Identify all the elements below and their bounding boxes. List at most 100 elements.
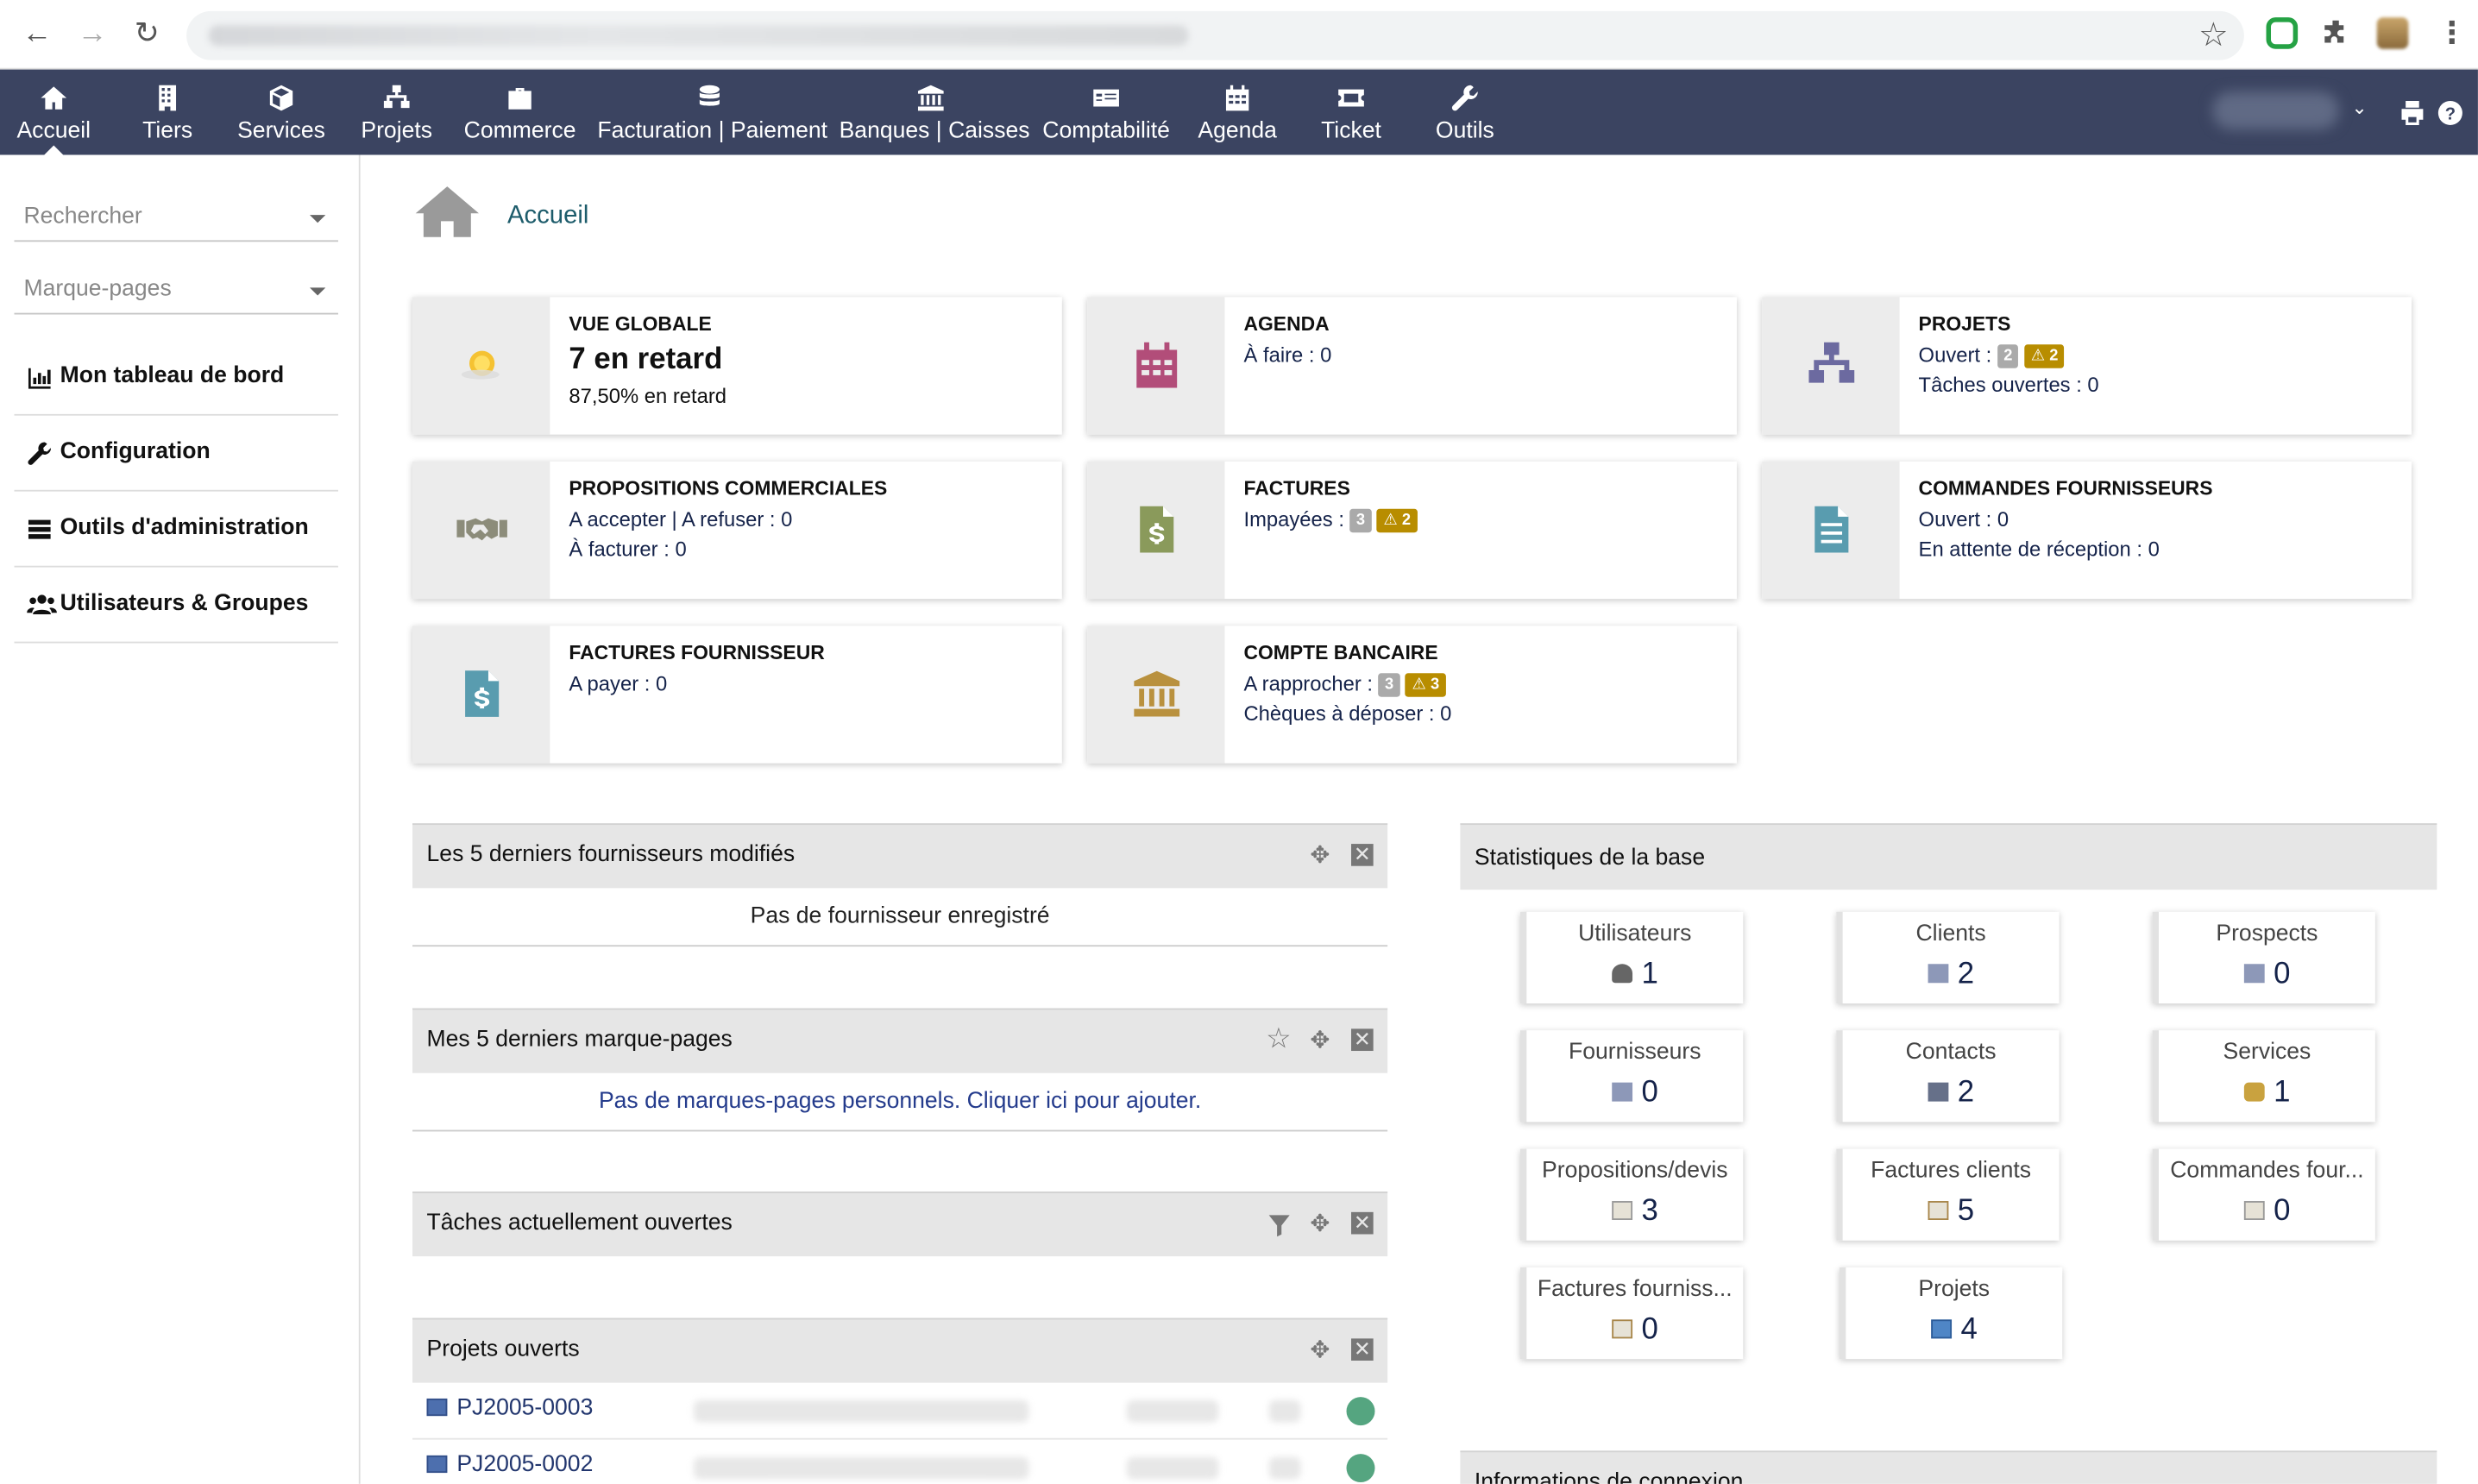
sidebar-item-dashboard[interactable]: Mon tableau de bord (14, 340, 338, 416)
cube-icon (269, 85, 293, 111)
move-icon[interactable]: ✥ (1310, 1211, 1330, 1237)
chevron-down-icon (309, 215, 326, 223)
propositions-accept-link[interactable]: A accepter | A refuser : 0 (569, 504, 887, 534)
browser-menu-icon[interactable]: ⋮ (2437, 18, 2467, 51)
nav-ticket[interactable]: Ticket (1311, 70, 1391, 155)
browser-toolbar: ← → ↻ ☆ ⋮ (0, 0, 2478, 70)
commandes-ouvert-link[interactable]: Ouvert : 0 (1919, 504, 2213, 534)
search-select[interactable]: Rechercher (14, 194, 338, 242)
user-dropdown-chevron-icon[interactable]: ⌄ (2351, 97, 2367, 119)
box-factures-fournisseur[interactable]: FACTURES FOURNISSEUR A payer : 0 (412, 626, 1062, 764)
panel-last-suppliers: Les 5 derniers fournisseurs modifiés ✥ ✕… (412, 823, 1388, 947)
panel-open-tasks: Tâches actuellement ouvertes ✥ ✕ (412, 1192, 1388, 1257)
invoice-icon (465, 670, 500, 717)
printer-icon[interactable] (2399, 99, 2425, 126)
stat-commandes-fournisseurs[interactable]: Commandes four... 0 (2152, 1148, 2375, 1241)
nav-banques-caisses[interactable]: Banques | Caisses (840, 70, 1030, 155)
compte-cheques-link[interactable]: Chèques à déposer : 0 (1243, 699, 1451, 729)
move-icon[interactable]: ✥ (1310, 843, 1330, 869)
svg-text:?: ? (2445, 105, 2456, 124)
building-icon (159, 85, 177, 111)
nav-facturation-paiement[interactable]: Facturation | Paiement (597, 70, 827, 155)
connexion-panel-header: Informations de connexion (1460, 1450, 2437, 1484)
count-badge: 2 (1997, 344, 2019, 368)
bank-icon (917, 85, 944, 111)
forward-arrow-icon[interactable]: → (78, 18, 108, 51)
server-icon (28, 519, 51, 539)
close-icon[interactable]: ✕ (1351, 1028, 1374, 1052)
project-icon (1930, 1319, 1952, 1339)
stat-factures-fournisseurs[interactable]: Factures fourniss... 0 (1519, 1267, 1744, 1360)
stat-propositions[interactable]: Propositions/devis 3 (1519, 1148, 1744, 1241)
puzzle-extensions-icon[interactable] (2320, 17, 2352, 49)
close-icon[interactable]: ✕ (1351, 1211, 1374, 1235)
factures-impayees-link[interactable]: Impayées : 3 ⚠ 2 (1243, 504, 1418, 534)
move-icon[interactable]: ✥ (1310, 1028, 1330, 1053)
stat-projets[interactable]: Projets 4 (1839, 1267, 2063, 1360)
projets-ouvert-link[interactable]: Ouvert : 2 ⚠ 2 (1919, 340, 2099, 370)
stat-prospects[interactable]: Prospects 0 (2152, 911, 2375, 1004)
back-arrow-icon[interactable]: ← (22, 18, 53, 51)
factures-fournisseur-payer-link[interactable]: A payer : 0 (569, 669, 824, 699)
close-icon[interactable]: ✕ (1351, 843, 1374, 866)
sidebar-item-users-groups[interactable]: Utilisateurs & Groupes (14, 568, 338, 644)
stat-utilisateurs[interactable]: Utilisateurs 1 (1519, 911, 1744, 1004)
sidebar-item-configuration[interactable]: Configuration (14, 416, 338, 492)
filter-icon[interactable] (1267, 1214, 1291, 1237)
box-propositions[interactable]: PROPOSITIONS COMMERCIALES A accepter | A… (412, 461, 1062, 600)
nav-tiers[interactable]: Tiers (133, 70, 203, 155)
sitemap-icon (1808, 342, 1855, 383)
box-commandes-fournisseurs[interactable]: COMMANDES FOURNISSEURS Ouvert : 0 En att… (1762, 461, 2412, 600)
user-icon (1611, 964, 1632, 984)
stat-factures-clients[interactable]: Factures clients 5 (1836, 1148, 2060, 1241)
count-badge: 3 (1349, 508, 1372, 533)
wrench-icon (1451, 85, 1478, 111)
left-sidebar: Rechercher Marque-pages Mon tableau de b… (0, 154, 361, 1484)
projets-taches-link[interactable]: Tâches ouvertes : 0 (1919, 370, 2099, 400)
grammarly-extension-icon[interactable] (2266, 17, 2299, 49)
box-vue-globale[interactable]: VUE GLOBALE 7 en retard 87,50% en retard (412, 297, 1062, 435)
propositions-invoice-link[interactable]: À facturer : 0 (569, 534, 887, 564)
user-name-blurred[interactable] (2212, 91, 2339, 130)
project-icon (426, 1398, 448, 1417)
reload-icon[interactable]: ↻ (135, 18, 160, 51)
top-menu-bar: Accueil Tiers Services Projets Commerce … (0, 69, 2478, 155)
nav-comptabilite[interactable]: Comptabilité (1040, 70, 1173, 155)
agenda-todo-link[interactable]: À faire : 0 (1243, 340, 1331, 370)
box-factures[interactable]: FACTURES Impayées : 3 ⚠ 2 (1087, 461, 1737, 600)
nav-agenda[interactable]: Agenda (1195, 70, 1280, 155)
table-row[interactable]: PJ2005-0003 (412, 1383, 1388, 1440)
box-agenda[interactable]: AGENDA À faire : 0 (1087, 297, 1737, 435)
box-projets[interactable]: PROJETS Ouvert : 2 ⚠ 2 Tâches ouvertes :… (1762, 297, 2412, 435)
project-ref-link[interactable]: PJ2005-0002 (456, 1452, 593, 1477)
stat-contacts[interactable]: Contacts 2 (1836, 1030, 2060, 1122)
sidebar-item-admin-tools[interactable]: Outils d'administration (14, 492, 338, 568)
commandes-reception-link[interactable]: En attente de réception : 0 (1919, 534, 2213, 564)
nav-projets[interactable]: Projets (357, 70, 437, 155)
stat-fournisseurs[interactable]: Fournisseurs 0 (1519, 1030, 1744, 1122)
project-ref-link[interactable]: PJ2005-0003 (456, 1395, 593, 1420)
box-compte-bancaire[interactable]: COMPTE BANCAIRE A rapprocher : 3 ⚠ 3 Chè… (1087, 626, 1737, 764)
document-icon (1611, 1201, 1632, 1220)
address-bar[interactable]: ☆ (186, 10, 2244, 60)
table-row[interactable]: PJ2005-0002 (412, 1440, 1387, 1484)
move-icon[interactable]: ✥ (1310, 1337, 1330, 1363)
bookmark-star-icon[interactable]: ☆ (2198, 16, 2228, 55)
help-icon[interactable]: ? (2437, 99, 2463, 126)
profile-avatar[interactable] (2376, 17, 2409, 49)
sitemap-icon (383, 85, 410, 109)
nav-outils[interactable]: Outils (1425, 70, 1505, 155)
add-bookmark-link[interactable]: Pas de marques-pages personnels. Cliquer… (412, 1073, 1388, 1132)
nav-services[interactable]: Services (234, 70, 329, 155)
calendar-icon (1225, 85, 1249, 111)
stat-clients[interactable]: Clients 2 (1836, 911, 2060, 1004)
warning-badge: ⚠ 2 (2024, 344, 2065, 368)
stat-services[interactable]: Services 1 (2152, 1030, 2375, 1122)
service-icon (2243, 1082, 2265, 1102)
bookmarks-select[interactable]: Marque-pages (14, 267, 338, 315)
close-icon[interactable]: ✕ (1351, 1337, 1374, 1361)
star-icon[interactable]: ☆ (1266, 1024, 1292, 1053)
nav-commerce[interactable]: Commerce (462, 70, 579, 155)
nav-accueil[interactable]: Accueil (9, 70, 98, 155)
compte-rapprocher-link[interactable]: A rapprocher : 3 ⚠ 3 (1243, 669, 1451, 699)
